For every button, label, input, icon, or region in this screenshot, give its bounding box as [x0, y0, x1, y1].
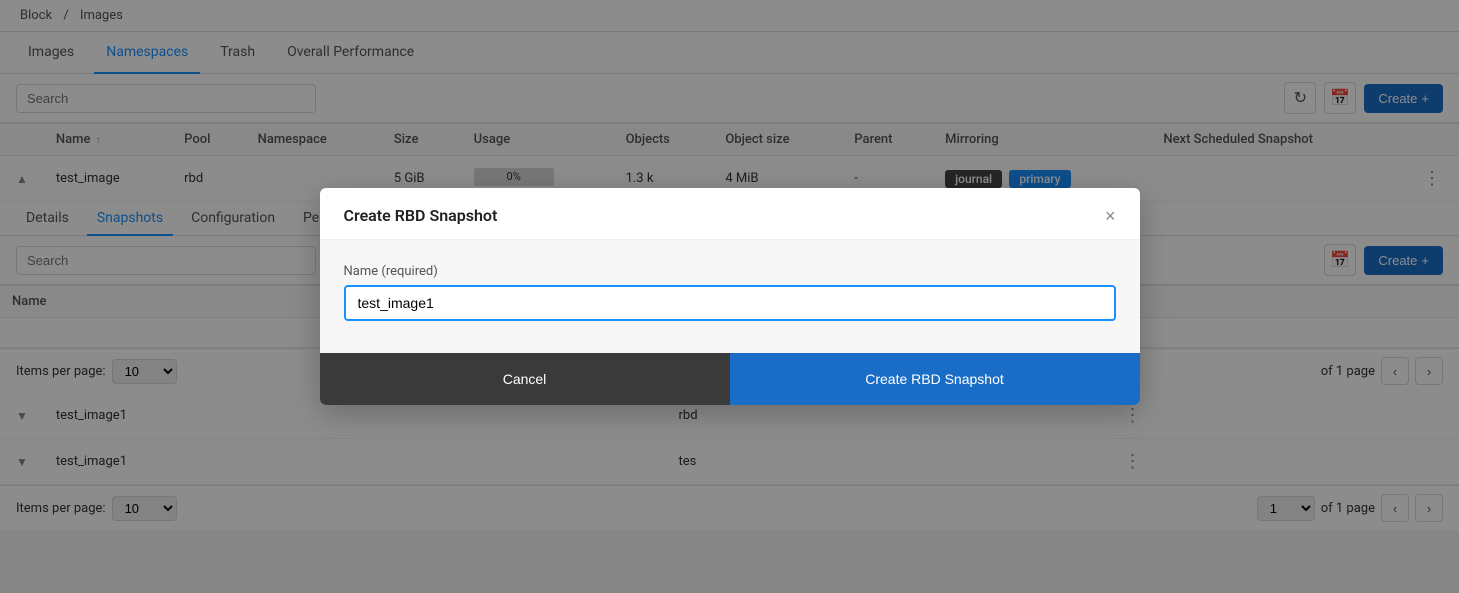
cancel-button[interactable]: Cancel	[320, 353, 730, 405]
create-snapshot-modal: Create RBD Snapshot × Name (required) Ca…	[320, 188, 1140, 405]
snapshot-name-input[interactable]	[344, 285, 1116, 321]
modal-header: Create RBD Snapshot ×	[320, 188, 1140, 240]
modal-title: Create RBD Snapshot	[344, 206, 498, 225]
modal-footer: Cancel Create RBD Snapshot	[320, 353, 1140, 405]
confirm-create-button[interactable]: Create RBD Snapshot	[730, 353, 1140, 405]
modal-close-button[interactable]: ×	[1105, 207, 1116, 225]
field-label: Name (required)	[344, 264, 1116, 279]
modal-overlay: Create RBD Snapshot × Name (required) Ca…	[0, 0, 1459, 593]
modal-body: Name (required)	[320, 240, 1140, 353]
